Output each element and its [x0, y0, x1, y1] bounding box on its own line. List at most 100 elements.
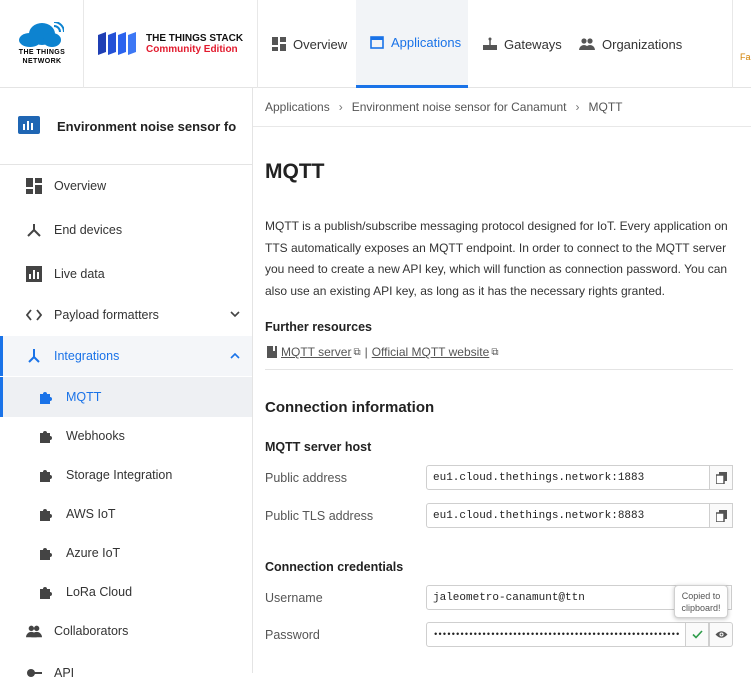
tts-subtitle: Community Edition: [146, 44, 238, 55]
copy-icon: [715, 509, 727, 522]
breadcrumb-item[interactable]: Applications: [265, 100, 330, 114]
nav-organizations[interactable]: Organizations: [579, 0, 682, 88]
nav-overview-label: Overview: [293, 36, 348, 52]
puzzle-icon: [40, 587, 52, 599]
sidebar-item-label: Webhooks: [66, 429, 125, 443]
sidebar-item-label: MQTT: [66, 390, 102, 404]
sidebar-item-end-devices[interactable]: End devices: [0, 211, 252, 249]
truncated-header-text: Fa: [740, 52, 751, 62]
mqtt-server-link[interactable]: MQTT server: [281, 345, 351, 359]
external-link-icon: ⧉: [491, 346, 499, 358]
intro-text: MQTT is a publish/subscribe messaging pr…: [265, 219, 728, 298]
chevron-right-icon: ›: [575, 100, 580, 114]
sidebar-item-label: LoRa Cloud: [66, 585, 133, 599]
public-address-label: Public address: [265, 471, 347, 485]
sidebar-item-integrations[interactable]: Integrations: [0, 336, 252, 376]
devices-icon: [27, 224, 41, 237]
code-icon: [26, 309, 42, 321]
header-divider: [732, 0, 733, 88]
sidebar-item-collaborators[interactable]: Collaborators: [0, 612, 252, 650]
puzzle-icon: [40, 470, 52, 482]
active-indicator: [0, 377, 3, 417]
puzzle-icon: [40, 548, 52, 560]
check-icon: [691, 630, 703, 639]
page-title: MQTT: [265, 160, 325, 183]
breadcrumb: Applications › Environment noise sensor …: [253, 88, 751, 127]
copy-icon: [715, 471, 727, 484]
nav-applications[interactable]: Applications: [356, 0, 468, 88]
people-icon: [26, 625, 42, 638]
nav-overview[interactable]: Overview: [272, 0, 347, 88]
show-password-button[interactable]: [709, 622, 733, 647]
copied-tooltip: Copied to clipboard!: [674, 585, 728, 618]
sidebar-item-label: Storage Integration: [66, 468, 173, 482]
password-label: Password: [265, 628, 320, 642]
sidebar-item-label: Integrations: [54, 349, 120, 363]
sidebar-item-label: AWS IoT: [66, 507, 116, 521]
key-icon: [27, 669, 42, 677]
section-divider: [265, 369, 733, 370]
username-label: Username: [265, 591, 323, 605]
eye-icon: [715, 631, 727, 638]
puzzle-icon: [40, 509, 52, 521]
top-header: THE THINGS NETWORK THE THINGS STACK Comm…: [0, 0, 751, 88]
password-field[interactable]: ••••••••••••••••••••••••••••••••••••••••…: [426, 622, 686, 647]
sidebar-item-label: End devices: [54, 223, 123, 237]
nav-organizations-label: Organizations: [602, 36, 683, 52]
breadcrumb-item[interactable]: Environment noise sensor for Canamunt: [352, 100, 567, 114]
ttn-logo[interactable]: THE THINGS NETWORK: [0, 0, 84, 88]
application-icon: [370, 36, 384, 49]
sidebar-item-overview[interactable]: Overview: [0, 167, 252, 205]
main-content: Applications › Environment noise sensor …: [253, 88, 751, 673]
sidebar-item-storage-integration[interactable]: Storage Integration: [0, 456, 252, 494]
sidebar-item-payload-formatters[interactable]: Payload formatters: [0, 296, 252, 334]
sidebar-item-mqtt[interactable]: MQTT: [0, 377, 252, 417]
puzzle-icon: [40, 431, 52, 443]
nav-gateways-label: Gateways: [504, 36, 562, 52]
chevron-up-icon: [230, 352, 240, 359]
sidebar-item-azure-iot[interactable]: Azure IoT: [0, 534, 252, 572]
link-separator: |: [364, 345, 368, 359]
ttn-wordmark: THE THINGS NETWORK: [18, 49, 66, 65]
public-tls-field[interactable]: eu1.cloud.thethings.network:8883: [426, 503, 710, 528]
nav-applications-label: Applications: [391, 35, 462, 50]
sidebar-item-label: Collaborators: [54, 624, 129, 638]
puzzle-icon: [40, 392, 52, 404]
public-address-field[interactable]: eu1.cloud.thethings.network:1883: [426, 465, 710, 490]
chevron-down-icon: [230, 311, 240, 318]
book-icon: [267, 346, 277, 358]
public-tls-label: Public TLS address: [265, 509, 374, 523]
sidebar-item-label: API: [54, 666, 75, 680]
copy-public-tls-button[interactable]: [709, 503, 733, 528]
sidebar-item-webhooks[interactable]: Webhooks: [0, 417, 252, 455]
gateway-icon: [483, 37, 497, 50]
tts-blocks-icon: [98, 32, 136, 55]
resource-links: MQTT server ⧉ | Official MQTT website ⧉: [267, 345, 498, 359]
connection-info-heading: Connection information: [265, 399, 435, 416]
sidebar-app-header[interactable]: Environment noise sensor for ...: [0, 88, 252, 165]
breadcrumb-item-current: MQTT: [588, 100, 623, 114]
sidebar-item-live-data[interactable]: Live data: [0, 255, 252, 293]
sidebar-item-label: Live data: [54, 267, 105, 281]
sidebar: Environment noise sensor for ... Overvie…: [0, 88, 253, 680]
sidebar-item-api[interactable]: API: [0, 654, 252, 692]
people-icon: [579, 38, 595, 50]
chart-icon: [26, 266, 42, 282]
external-link-icon: ⧉: [353, 346, 361, 358]
tts-title: THE THINGS STACK: [146, 33, 244, 44]
sidebar-item-label: Azure IoT: [66, 546, 121, 560]
active-indicator: [0, 336, 3, 376]
credentials-heading: Connection credentials: [265, 560, 404, 574]
nav-gateways[interactable]: Gateways: [483, 0, 562, 88]
sidebar-item-label: Overview: [54, 179, 107, 193]
sidebar-item-lora-cloud[interactable]: LoRa Cloud: [0, 573, 252, 611]
app-chart-icon: [18, 116, 40, 134]
official-mqtt-website-link[interactable]: Official MQTT website: [372, 345, 490, 359]
copy-password-button[interactable]: [685, 622, 709, 647]
sidebar-item-label: Payload formatters: [54, 308, 159, 322]
chevron-right-icon: ›: [338, 100, 343, 114]
sidebar-item-aws-iot[interactable]: AWS IoT: [0, 495, 252, 533]
copy-public-address-button[interactable]: [709, 465, 733, 490]
cloud-logo-icon: [19, 22, 64, 47]
tts-logo[interactable]: THE THINGS STACK Community Edition: [84, 0, 258, 88]
